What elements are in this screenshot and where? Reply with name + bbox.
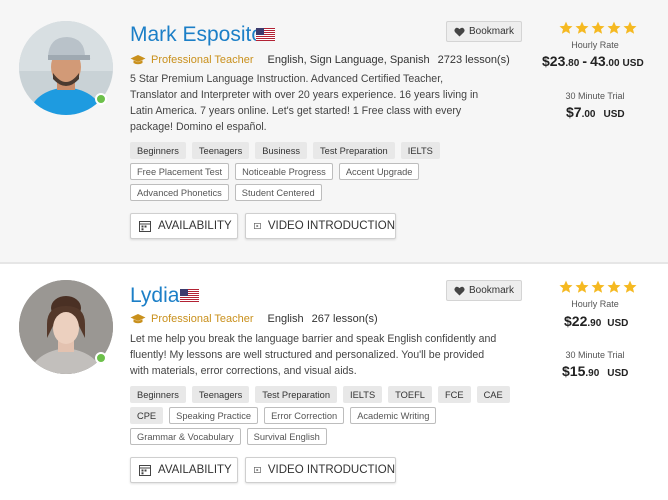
trial-label: 30 Minute Trial <box>565 91 625 101</box>
star-icon <box>591 280 605 293</box>
tag: FCE <box>437 386 471 403</box>
video-introduction-label: VIDEO INTRODUCTION <box>267 464 395 476</box>
tag: CAE <box>476 386 510 403</box>
teacher-name[interactable]: Lydia <box>130 284 179 308</box>
tag: Noticeable Progress <box>235 163 333 180</box>
graduation-cap-icon <box>130 55 146 65</box>
tag: IELTS <box>343 386 383 403</box>
hourly-rate-label: Hourly Rate <box>571 40 619 50</box>
trial-label: 30 Minute Trial <box>565 350 625 360</box>
heart-icon <box>454 286 465 296</box>
hourly-rate-value: $22.90 USD <box>564 313 629 329</box>
tag-row: Free Placement Test Noticeable Progress … <box>130 163 520 180</box>
teacher-title: Professional Teacher <box>151 54 254 66</box>
star-icon <box>559 21 573 34</box>
tag-row: Grammar & Vocabulary Survival English <box>130 428 530 445</box>
rating-stars <box>559 21 637 35</box>
teacher-meta: Professional Teacher English 267 lesson(… <box>130 313 378 325</box>
calendar-icon <box>139 221 151 232</box>
us-flag-icon <box>256 28 275 41</box>
video-introduction-button[interactable]: VIDEO INTRODUCTION <box>245 457 396 483</box>
tag: Test Preparation <box>313 142 395 159</box>
star-icon <box>575 280 589 293</box>
tag: CPE <box>130 407 164 424</box>
tag: Free Placement Test <box>130 163 230 180</box>
us-flag-icon <box>180 289 199 302</box>
tag: Teenagers <box>191 386 250 403</box>
tag: TOEFL <box>388 386 432 403</box>
tag: Accent Upgrade <box>338 163 420 180</box>
teacher-name[interactable]: Mark Esposito <box>130 23 263 47</box>
star-icon <box>575 21 589 34</box>
video-icon <box>254 467 261 473</box>
online-status-indicator <box>95 352 107 364</box>
tag: Business <box>255 142 308 159</box>
teacher-card-lydia: Lydia Bookmark Professional Teacher Engl… <box>0 264 668 500</box>
tag: Advanced Phonetics <box>130 184 229 201</box>
tag: Grammar & Vocabulary <box>130 428 241 445</box>
star-icon <box>559 280 573 293</box>
video-introduction-button[interactable]: VIDEO INTRODUCTION <box>245 213 396 239</box>
star-icon <box>623 21 637 34</box>
availability-label: AVAILABILITY <box>158 464 232 476</box>
teacher-bio: Let me help you break the language barri… <box>130 333 497 377</box>
star-icon <box>623 280 637 293</box>
teacher-languages: English <box>267 313 304 325</box>
online-status-indicator <box>95 93 107 105</box>
star-icon <box>607 280 621 293</box>
teacher-bio: 5 Star Premium Language Instruction. Adv… <box>130 73 479 133</box>
video-icon <box>254 223 261 229</box>
tag: Student Centered <box>234 184 322 201</box>
tag: Survival English <box>246 428 327 445</box>
tag: Speaking Practice <box>169 407 259 424</box>
tag: Teenagers <box>191 142 250 159</box>
tag: IELTS <box>400 142 440 159</box>
lesson-count: 267 lesson(s) <box>311 313 378 325</box>
teacher-languages: English, Sign Language, Spanish <box>267 54 430 66</box>
trial-price-value: $7.00 USD <box>566 104 625 120</box>
teacher-meta: Professional Teacher English, Sign Langu… <box>130 54 510 66</box>
star-icon <box>591 21 605 34</box>
rating-stars <box>559 280 637 294</box>
bookmark-button[interactable]: Bookmark <box>446 280 523 301</box>
calendar-icon <box>139 465 151 476</box>
tag-row: Beginners Teenagers Test Preparation IEL… <box>130 386 530 403</box>
tag: Beginners <box>130 142 186 159</box>
trial-price-value: $15.90 USD <box>562 363 629 379</box>
star-icon <box>607 21 621 34</box>
availability-button[interactable]: AVAILABILITY <box>130 457 238 483</box>
tag: Beginners <box>130 386 186 403</box>
bookmark-label: Bookmark <box>469 285 515 296</box>
bookmark-button[interactable]: Bookmark <box>446 21 523 42</box>
tag: Academic Writing <box>350 407 437 424</box>
lesson-count: 2723 lesson(s) <box>437 54 510 66</box>
graduation-cap-icon <box>130 314 146 324</box>
tag-row: CPE Speaking Practice Error Correction A… <box>130 407 530 424</box>
hourly-rate-value: $23.80 - 43.00 USD <box>542 53 644 69</box>
availability-button[interactable]: AVAILABILITY <box>130 213 238 239</box>
tag: Error Correction <box>264 407 345 424</box>
video-introduction-label: VIDEO INTRODUCTION <box>267 220 395 232</box>
tag-row: Beginners Teenagers Business Test Prepar… <box>130 142 520 159</box>
bookmark-label: Bookmark <box>469 26 515 37</box>
teacher-title: Professional Teacher <box>151 313 254 325</box>
tag-row: Advanced Phonetics Student Centered <box>130 184 520 201</box>
heart-icon <box>454 27 465 37</box>
availability-label: AVAILABILITY <box>158 220 232 232</box>
hourly-rate-label: Hourly Rate <box>571 299 619 309</box>
teacher-card-mark: Mark Esposito Bookmark Professional Teac… <box>0 0 668 262</box>
tag: Test Preparation <box>255 386 337 403</box>
